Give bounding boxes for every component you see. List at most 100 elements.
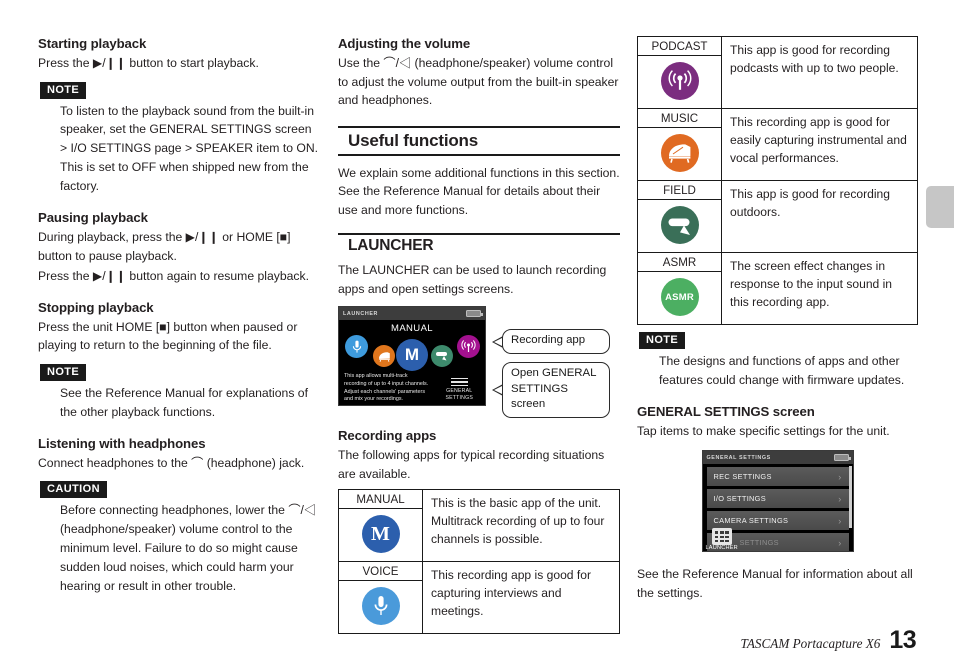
text-pausing-playback-2: Press the ▶/❙❙ button again to resume pl… (38, 269, 309, 284)
field-app-icon[interactable] (431, 345, 453, 368)
page-footer: TASCAM Portacapture X6 13 (740, 626, 916, 655)
launcher-app-carousel[interactable]: M (339, 335, 485, 372)
podcast-app-icon[interactable] (457, 335, 480, 359)
text-stopping-playback: Press the unit HOME [■] button when paus… (38, 319, 298, 353)
app-name-cell: ASMR ASMR (637, 252, 722, 325)
field-app-icon (660, 206, 699, 244)
note-body-2: See the Reference Manual for explanation… (60, 385, 308, 419)
app-name-cell: VOICE (338, 561, 423, 635)
brand-label: TASCAM Portacapture X6 (740, 636, 881, 651)
app-description-cell: This recording app is good for easily ca… (721, 108, 918, 181)
app-name-label: MANUAL (339, 490, 422, 510)
note-body-1: To listen to the playback sound from the… (60, 103, 319, 194)
gs-label-line1: GENERAL (446, 388, 473, 395)
callout-open-general-settings: Open GENERAL SETTINGS screen (492, 362, 610, 418)
battery-icon (833, 454, 851, 462)
scrollbar[interactable] (849, 466, 852, 529)
music-app-icon (660, 134, 699, 172)
app-name-label: MUSIC (638, 109, 721, 128)
launcher-badge-button[interactable]: LAUNCHER (706, 528, 738, 551)
voice-app-icon[interactable] (345, 335, 368, 359)
music-app-icon[interactable] (373, 345, 395, 368)
table-row: MUSIC This recording app is good for eas… (637, 108, 918, 181)
note-tag-2: NOTE (40, 363, 87, 381)
podcast-icon (461, 340, 476, 353)
note-body-right: The designs and functions of apps and ot… (659, 354, 905, 387)
heading-adjusting-volume: Adjusting the volume (338, 36, 471, 51)
voice-app-icon (361, 587, 400, 626)
manual-app-icon: M (361, 515, 400, 554)
table-row: VOICE This recording app is good for cap… (338, 561, 620, 635)
app-icon-cell (638, 128, 721, 180)
text-recording-apps: The following apps for typical recording… (338, 448, 605, 481)
heading-stopping-playback: Stopping playback (38, 299, 154, 315)
heading-listening-headphones: Listening with headphones (38, 435, 206, 451)
app-description-cell: This app is good for recording podcasts … (721, 36, 918, 109)
callout-recording-app-text: Recording app (511, 334, 586, 347)
gs-item-rec-settings[interactable]: REC SETTINGS › (706, 467, 849, 487)
note-tag-1: NOTE (40, 81, 87, 99)
caution-body: Before connecting headphones, lower the … (60, 503, 317, 593)
text-listening-headphones: Connect headphones to the ⌒ (headphone) … (38, 455, 305, 470)
heading-pausing-playback: Pausing playback (38, 210, 148, 226)
gs-item-label: I/O SETTINGS (713, 494, 766, 504)
section-heading-useful-functions: Useful functions (338, 125, 620, 156)
gs-item-label: CAMERA SETTINGS (713, 516, 789, 526)
podcast-icon (668, 70, 691, 90)
app-icon-cell: ASMR (638, 272, 721, 324)
chevron-right-icon: › (838, 493, 842, 504)
heading-starting-playback: Starting playback (38, 36, 147, 51)
table-row: MANUAL M This is the basic app of the un… (338, 489, 620, 563)
mic-icon (374, 596, 387, 616)
launcher-selected-app-title: MANUAL (391, 323, 433, 335)
app-icon-cell (638, 56, 721, 108)
app-icon-cell (638, 200, 721, 252)
launcher-screenshot-figure: LAUNCHER MANUAL M This app allows multi-… (338, 306, 620, 418)
piano-icon (378, 352, 390, 362)
app-name-cell: FIELD (637, 180, 722, 253)
app-icon-cell (339, 581, 422, 633)
general-settings-lcd: GENERAL SETTINGS REC SETTINGS › I/O SETT… (701, 450, 854, 553)
asmr-icon-label: ASMR (665, 291, 694, 303)
callout-recording-app: Recording app (492, 329, 610, 354)
recording-apps-table-left: MANUAL M This is the basic app of the un… (338, 489, 620, 635)
gs-label-line2: SETTINGS (445, 394, 473, 401)
middle-column: Adjusting the volume Use the ⌒/◁ (headph… (338, 36, 620, 635)
app-name-label: FIELD (638, 181, 721, 200)
gs-item-label: REC SETTINGS (713, 472, 772, 482)
app-name-label: ASMR (638, 253, 721, 272)
text-general-settings: Tap items to make specific settings for … (637, 423, 890, 438)
mic-icon (352, 340, 361, 353)
launcher-titlebar: LAUNCHER (339, 307, 485, 321)
launcher-badge-label: LAUNCHER (705, 545, 738, 552)
app-name-label: PODCAST (638, 37, 721, 56)
heading-general-settings-screen: GENERAL SETTINGS screen (637, 403, 815, 419)
app-name-cell: PODCAST (637, 36, 722, 109)
text-pausing-playback-1: During playback, press the ▶/❙❙ or HOME … (38, 230, 291, 263)
asmr-app-icon: ASMR (660, 278, 699, 316)
hamburger-icon (445, 377, 473, 387)
callout-tail-icon (492, 335, 503, 348)
heading-recording-apps: Recording apps (338, 428, 437, 444)
app-name-cell: MUSIC (637, 108, 722, 181)
text-adjusting-volume: Use the ⌒/◁ (headphone/speaker) volume c… (338, 56, 619, 108)
manual-page: Starting playback Press the ▶/❙❙ button … (0, 0, 954, 671)
page-edge-tab (926, 186, 954, 228)
launcher-app-description: This app allows multi-track recording of… (344, 373, 429, 403)
launcher-lcd: LAUNCHER MANUAL M This app allows multi-… (338, 306, 486, 407)
manual-app-icon[interactable]: M (396, 339, 428, 372)
caution-tag: CAUTION (40, 481, 107, 499)
windscreen-icon (436, 352, 447, 361)
left-column: Starting playback Press the ▶/❙❙ button … (38, 36, 320, 599)
app-description-cell: The screen effect changes in response to… (721, 252, 918, 325)
text-closing: See the Reference Manual for information… (637, 567, 913, 600)
launcher-titlebar-label: LAUNCHER (343, 310, 379, 317)
table-row: FIELD This app is good for recording out… (637, 180, 918, 253)
launcher-general-settings-button[interactable]: GENERAL SETTINGS (445, 377, 473, 402)
section-heading-launcher: LAUNCHER (338, 233, 620, 256)
recording-apps-table-right: PODCAST This app is good for recording p… (637, 36, 918, 325)
text-starting-playback: Press the ▶/❙❙ button to start playback. (38, 56, 259, 70)
text-launcher: The LAUNCHER can be used to launch recor… (338, 263, 607, 296)
gs-item-io-settings[interactable]: I/O SETTINGS › (706, 489, 849, 509)
app-description-cell: This app is good for recording outdoors. (721, 180, 918, 253)
